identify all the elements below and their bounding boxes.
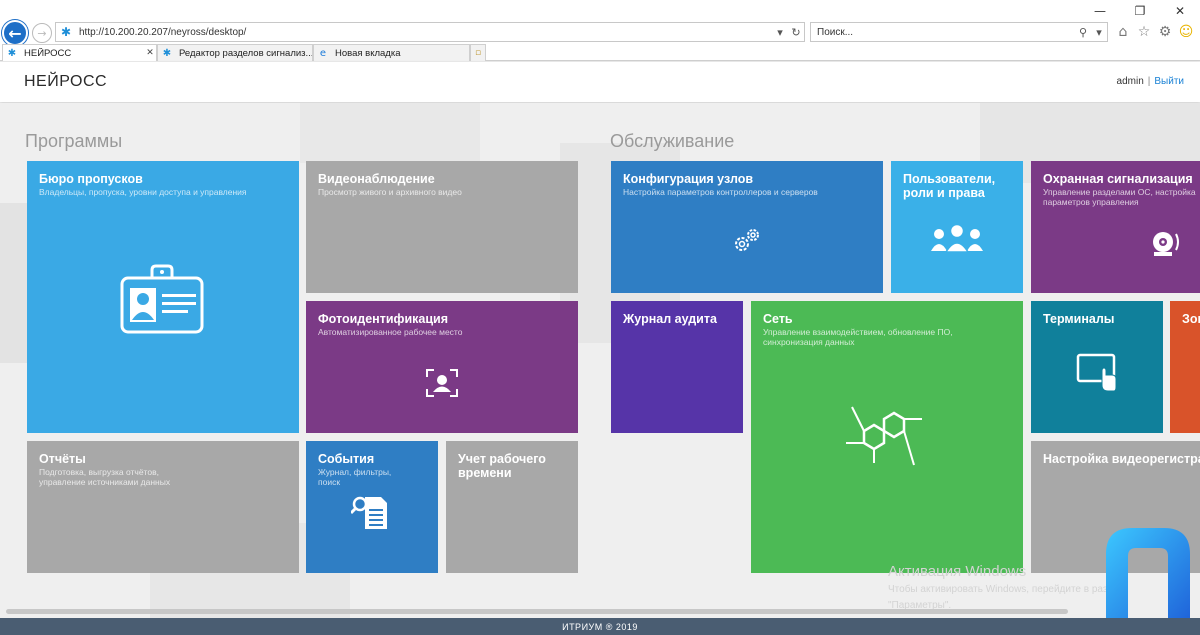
tile-nodes-config[interactable]: Конфигурация узлов Настройка параметров … [611,161,883,293]
gears-icon [731,227,763,255]
tile-title: Конфигурация узлов [623,172,754,186]
tile-title: Отчёты [39,452,86,466]
gear-icon[interactable]: ⚙ [1156,22,1174,42]
touch-terminal-icon [1075,353,1119,393]
horizontal-scrollbar[interactable] [0,606,1200,616]
tile-title: Настройка видеорегистраторов [1043,452,1200,466]
search-dropdown-icon[interactable]: ▾ [1091,26,1107,39]
url-dropdown-icon[interactable]: ▾ [772,26,788,39]
refresh-icon[interactable]: ↻ [788,26,804,39]
back-button[interactable]: ← [2,20,28,46]
smiley-icon[interactable]: ☺ [1177,22,1195,42]
id-card-icon [119,261,205,337]
tile-security-alarm[interactable]: Охранная сигнализация Управление раздела… [1031,161,1200,293]
neyross-favicon-icon: ✱ [7,47,17,59]
tile-title: Пользователи, роли и права [903,172,996,200]
document-search-icon [350,495,390,531]
tile-title: Сеть [763,312,793,326]
window-controls: — ❐ ✕ [1080,0,1200,22]
browser-toolbar-icons: ⌂ ☆ ⚙ ☺ [1114,22,1195,42]
tab-new[interactable]: e Новая вкладка [313,44,470,61]
tile-description: Автоматизированное рабочее место [318,327,463,337]
tile-description: Управление разделами ОС, настройка парам… [1043,187,1196,207]
tile-photo-id[interactable]: Фотоидентификация Автоматизированное раб… [306,301,578,433]
tile-title: Терминалы [1043,312,1115,326]
ie-favicon-icon: e [319,47,327,59]
star-icon[interactable]: ☆ [1135,22,1153,42]
tile-terminals[interactable]: Терминалы [1031,301,1163,433]
desktop-area: Программы Обслуживание Бюро пропусков Вл… [0,103,1200,618]
tile-network[interactable]: Сеть Управление взаимодействием, обновле… [751,301,1023,573]
home-icon[interactable]: ⌂ [1114,22,1132,42]
tile-title: Учет рабочего времени [458,452,546,480]
tile-worktime[interactable]: Учет рабочего времени [446,441,578,573]
tab-label: Новая вкладка [335,47,401,59]
address-bar-row: ← → ✱ http://10.200.20.207/neyross/deskt… [0,20,1200,46]
scrollbar-thumb[interactable] [6,609,1068,614]
tab-alarm-editor[interactable]: ✱ Редактор разделов сигнализ... [157,44,313,61]
site-favicon-icon: ✱ [60,25,72,39]
search-placeholder[interactable]: Поиск... [817,27,1075,38]
tab-bar: ✱ НЕЙРОСС ✕ ✱ Редактор разделов сигнализ… [0,44,1200,61]
tile-title: Фотоидентификация [318,312,449,326]
tile-title: Зоны [1182,312,1200,326]
tile-title: Видеонаблюдение [318,172,435,186]
background-decoration [300,103,480,163]
face-scan-icon [424,367,460,399]
windows-activation-watermark: Активация Windows Чтобы активировать Win… [888,563,1124,612]
tile-zones[interactable]: Зоны [1170,301,1200,433]
tab-label: Редактор разделов сигнализ... [179,47,312,59]
close-window-button[interactable]: ✕ [1160,0,1200,22]
section-title-service: Обслуживание [610,131,735,151]
tile-title: Журнал аудита [623,312,717,326]
restore-button[interactable]: ❐ [1120,0,1160,22]
new-tab-button[interactable]: ▫ [470,44,486,61]
neyross-favicon-icon: ✱ [162,47,172,59]
tab-neyross[interactable]: ✱ НЕЙРОСС ✕ [2,44,157,61]
section-title-programs: Программы [25,131,123,151]
network-molecule-icon [843,401,929,471]
tile-audit-log[interactable]: Журнал аудита [611,301,743,433]
tile-title: Бюро пропусков [39,172,143,186]
tile-description: Просмотр живого и архивного видео [318,187,462,197]
users-group-icon [929,221,985,255]
tab-close-icon[interactable]: ✕ [144,48,156,58]
app-header: НЕЙРОСС admin | Выйти [0,62,1200,102]
username: admin [1116,76,1144,87]
tile-title: События [318,452,375,466]
user-area: admin | Выйти [1117,76,1184,87]
alarm-bell-icon [1149,227,1183,259]
tile-bureau[interactable]: Бюро пропусков Владельцы, пропуска, уров… [27,161,299,433]
url-field[interactable]: ✱ http://10.200.20.207/neyross/desktop/ … [55,22,805,42]
activation-line1: Чтобы активировать Windows, перейдите в … [888,584,1125,595]
activation-title: Активация Windows [888,563,1027,580]
brand-title[interactable]: НЕЙРОСС [24,73,107,91]
search-icon[interactable]: ⚲ [1075,26,1091,39]
tab-label: НЕЙРОСС [24,47,72,59]
tile-description: Владельцы, пропуска, уровни доступа и уп… [39,187,247,197]
tile-reports[interactable]: Отчёты Подготовка, выгрузка отчётов, упр… [27,441,299,573]
search-field[interactable]: Поиск... ⚲ ▾ [810,22,1108,42]
tile-description: Настройка параметров контроллеров и серв… [623,187,818,197]
logout-link[interactable]: Выйти [1154,76,1184,87]
tile-description: Подготовка, выгрузка отчётов, управление… [39,467,171,487]
tile-title: Охранная сигнализация [1043,172,1193,186]
tile-users-roles[interactable]: Пользователи, роли и права [891,161,1023,293]
footer-copyright: ИТРИУМ ® 2019 [0,618,1200,635]
minimize-button[interactable]: — [1080,0,1120,22]
window-titlebar: — ❐ ✕ [0,0,1200,22]
tile-description: Журнал, фильтры, поиск [318,467,392,487]
tile-video[interactable]: Видеонаблюдение Просмотр живого и архивн… [306,161,578,293]
url-text[interactable]: http://10.200.20.207/neyross/desktop/ [79,27,772,38]
tile-events[interactable]: События Журнал, фильтры, поиск [306,441,438,573]
tile-description: Управление взаимодействием, обновление П… [763,327,953,347]
user-separator: | [1147,76,1151,87]
forward-button[interactable]: → [32,23,52,43]
